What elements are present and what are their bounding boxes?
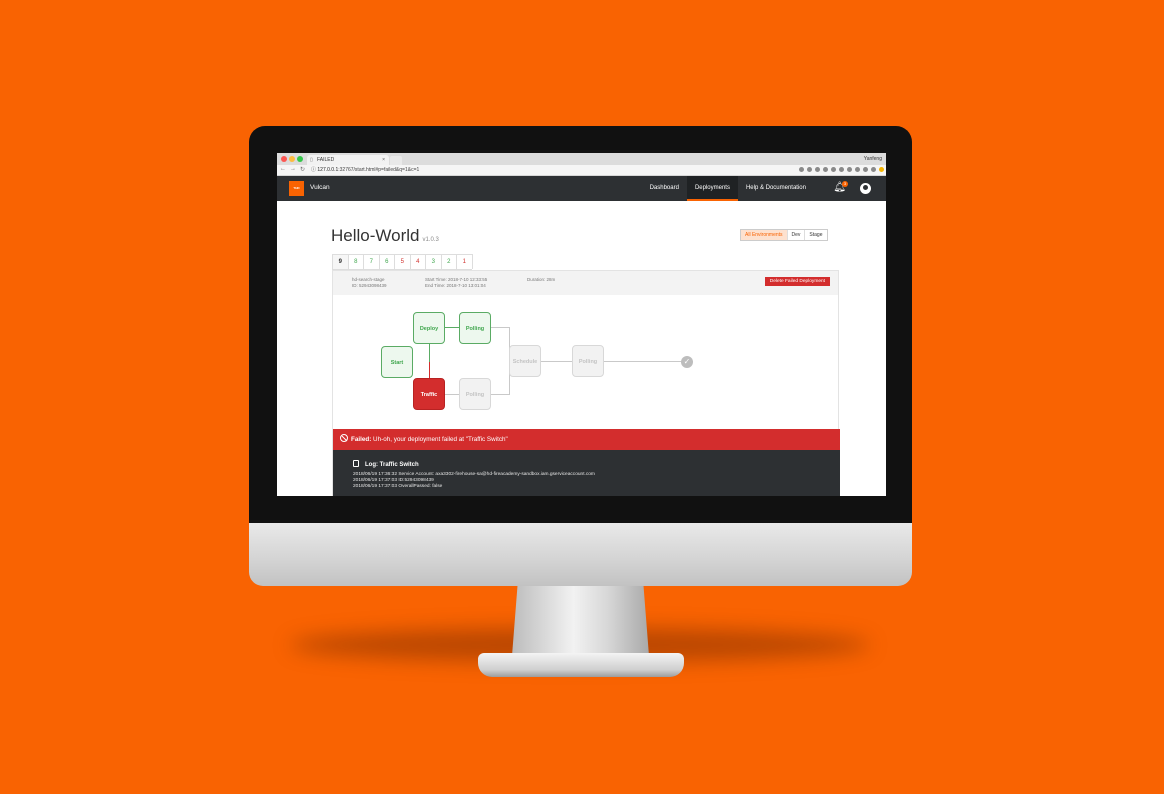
- deployment-target: hd-search-stage ID: 52943098439: [352, 277, 387, 289]
- home-depot-logo[interactable]: THD: [289, 181, 304, 196]
- close-tab-icon[interactable]: ×: [382, 157, 385, 163]
- connector-polling-schedule-bottom: [491, 394, 509, 395]
- browser-tab[interactable]: ▯ FAILED ×: [307, 155, 389, 165]
- url-path: :32767/start.html#p=failed&q=1&c=1: [338, 167, 420, 173]
- deployment-tab-6[interactable]: 6: [378, 254, 395, 269]
- address-bar[interactable]: ⓘ 127.0.0.1:32767/start.html#p=failed&q=…: [311, 166, 751, 174]
- url-host: 127.0.0.1: [317, 167, 339, 173]
- extension-icon[interactable]: [871, 167, 876, 172]
- connector-schedule-polling: [541, 361, 572, 362]
- browser-extensions: [799, 167, 884, 172]
- notification-badge: 3: [842, 181, 848, 187]
- nav-deployments[interactable]: Deployments: [686, 176, 738, 201]
- connector-polling-schedule-top: [491, 327, 509, 328]
- deployment-tabs: 9 8 7 6 5 4 3 2 1: [332, 254, 473, 270]
- deployment-id: ID: 52943098439: [352, 283, 387, 288]
- pipeline-step-traffic[interactable]: Traffic: [413, 378, 445, 410]
- env-stage[interactable]: Stage: [804, 230, 827, 240]
- deployment-tab-3[interactable]: 3: [425, 254, 442, 269]
- check-icon: ✓: [681, 356, 693, 368]
- log-title: Log: Traffic Switch: [365, 462, 419, 468]
- prohibited-icon: [340, 434, 348, 442]
- pipeline-step-schedule[interactable]: Schedule: [509, 345, 541, 377]
- deployment-tab-9[interactable]: 9: [332, 254, 349, 269]
- extension-icon[interactable]: [807, 167, 812, 172]
- monitor-chin: [249, 523, 912, 586]
- log-panel: Log: Traffic Switch 2018/06/19 17:36:32 …: [333, 450, 840, 496]
- deployment-info-bar: hd-search-stage ID: 52943098439 Start Ti…: [333, 271, 838, 295]
- pipeline-diagram: Start Deploy Polling Traffic Polling Sch…: [333, 295, 840, 429]
- app-title: Hello-World: [331, 226, 420, 245]
- user-icon[interactable]: [860, 183, 871, 194]
- pipeline-step-polling-pending[interactable]: Polling: [459, 378, 491, 410]
- browser-toolbar: ← → ↻ ⓘ 127.0.0.1:32767/start.html#p=fai…: [277, 165, 886, 176]
- pipeline-step-start[interactable]: Start: [381, 346, 413, 378]
- back-icon[interactable]: ←: [280, 166, 286, 172]
- app-navbar: THD Vulcan Dashboard Deployments Help & …: [277, 176, 886, 201]
- pipeline-step-polling-final[interactable]: Polling: [572, 345, 604, 377]
- deployment-tab-2[interactable]: 2: [440, 254, 457, 269]
- end-time: End Time: 2018-7-10 13:01:04: [425, 283, 486, 288]
- monitor-stand-neck: [512, 586, 649, 656]
- browser-profile-name[interactable]: Yanfeng: [864, 156, 882, 162]
- extension-icon[interactable]: [879, 167, 884, 172]
- pipeline-step-polling[interactable]: Polling: [459, 312, 491, 344]
- extension-icon[interactable]: [839, 167, 844, 172]
- log-header: Log: Traffic Switch: [353, 460, 840, 468]
- monitor-stand-foot: [478, 653, 684, 677]
- page-title: Hello-World v1.0.3: [331, 226, 439, 246]
- browser-tab-title: FAILED: [317, 157, 335, 163]
- deployment-duration: Duration: 28m: [527, 277, 556, 282]
- environment-filter: All Environments Dev Stage: [740, 229, 828, 241]
- deployment-tab-4[interactable]: 4: [409, 254, 426, 269]
- extension-icon[interactable]: [823, 167, 828, 172]
- extension-icon[interactable]: [831, 167, 836, 172]
- connector-polling-end: [604, 361, 681, 362]
- bookmark-star-icon[interactable]: [799, 167, 804, 172]
- env-all-environments[interactable]: All Environments: [741, 230, 787, 240]
- extension-icon[interactable]: [847, 167, 852, 172]
- main-nav: Dashboard Deployments Help & Documentati…: [642, 176, 814, 201]
- monitor-screen: ▯ FAILED × Yanfeng ← → ↻ ⓘ 127.0.0.1:327…: [277, 153, 886, 496]
- version-label: v1.0.3: [422, 237, 439, 243]
- app-brand[interactable]: Vulcan: [310, 184, 330, 191]
- connector-deploy-polling: [445, 327, 459, 328]
- deployment-card: hd-search-stage ID: 52943098439 Start Ti…: [332, 270, 840, 496]
- new-tab-button[interactable]: [390, 156, 402, 165]
- connector-traffic-polling: [445, 394, 459, 395]
- nav-help-documentation[interactable]: Help & Documentation: [738, 176, 814, 201]
- delete-failed-deployment-button[interactable]: Delete Failed Deployment: [764, 277, 830, 286]
- browser-tab-strip: ▯ FAILED × Yanfeng: [277, 153, 886, 165]
- alert-prefix: Failed:: [351, 436, 372, 443]
- deployment-times: Start Time: 2018-7-10 12:33:55 End Time:…: [425, 277, 487, 289]
- page-icon: ▯: [310, 157, 313, 163]
- reload-icon[interactable]: ↻: [300, 166, 305, 173]
- close-window-button[interactable]: [281, 156, 287, 162]
- failure-alert: Failed: Uh-oh, your deployment failed at…: [333, 429, 840, 450]
- pipeline-step-deploy[interactable]: Deploy: [413, 312, 445, 344]
- extension-icon[interactable]: [815, 167, 820, 172]
- deployment-tab-1[interactable]: 1: [456, 254, 473, 269]
- maximize-window-button[interactable]: [297, 156, 303, 162]
- deployment-tab-8[interactable]: 8: [347, 254, 364, 269]
- minimize-window-button[interactable]: [289, 156, 295, 162]
- env-dev[interactable]: Dev: [786, 230, 805, 240]
- deployment-tab-5[interactable]: 5: [394, 254, 411, 269]
- forward-icon[interactable]: →: [290, 166, 296, 172]
- nav-dashboard[interactable]: Dashboard: [642, 176, 687, 201]
- clipboard-icon: [353, 460, 359, 467]
- extension-icon[interactable]: [855, 167, 860, 172]
- extension-icon[interactable]: [863, 167, 868, 172]
- alert-message: Uh-oh, your deployment failed at "Traffi…: [373, 436, 508, 443]
- deployment-tab-7[interactable]: 7: [363, 254, 380, 269]
- log-line: 2018/06/19 17:37:03 OverallPassed: false: [353, 484, 443, 489]
